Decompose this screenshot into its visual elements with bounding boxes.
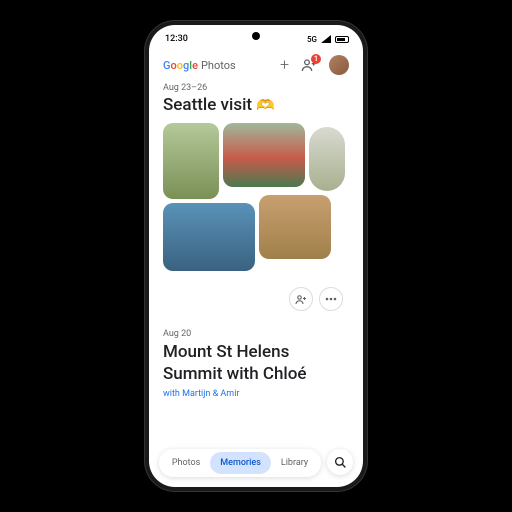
memory-title: Mount St Helens Summit with Chloé <box>163 341 349 385</box>
more-options-button[interactable] <box>319 287 343 311</box>
front-camera <box>252 32 260 40</box>
search-button[interactable] <box>327 449 353 475</box>
logo-suffix: Photos <box>201 59 236 72</box>
memory-date: Aug 23–26 <box>163 83 349 93</box>
phone-frame: 12:30 5G Google Photos + <box>145 21 367 491</box>
tab-library[interactable]: Library <box>271 452 318 474</box>
collage-photo[interactable] <box>163 203 255 271</box>
screen: 12:30 5G Google Photos + <box>149 25 363 487</box>
collage-photo[interactable] <box>309 127 345 191</box>
memory-date: Aug 20 <box>163 329 349 339</box>
account-avatar[interactable] <box>329 55 349 75</box>
collage-photo[interactable] <box>163 123 219 199</box>
network-label: 5G <box>307 35 317 44</box>
collage-photo[interactable] <box>223 123 305 187</box>
battery-icon <box>335 36 349 43</box>
memory-card-1[interactable]: Aug 23–26 Seattle visit 🫶 <box>163 83 349 311</box>
sharing-button[interactable]: 1 <box>301 58 317 72</box>
photo-collage <box>163 123 345 281</box>
signal-icon <box>321 35 331 43</box>
app-header: Google Photos + 1 <box>149 53 363 83</box>
memory-card-2[interactable]: Aug 20 Mount St Helens Summit with Chloé… <box>163 329 349 399</box>
clock: 12:30 <box>165 34 188 44</box>
tab-memories[interactable]: Memories <box>210 452 271 474</box>
status-icons: 5G <box>307 35 349 44</box>
bottom-nav: Photos Memories Library <box>149 449 363 477</box>
tab-photos[interactable]: Photos <box>162 452 210 474</box>
add-button[interactable]: + <box>280 57 289 73</box>
heart-hands-emoji: 🫶 <box>256 96 275 114</box>
memory-subtitle: with Martijn & Amir <box>163 389 349 399</box>
collage-photo[interactable] <box>259 195 331 259</box>
google-photos-logo[interactable]: Google Photos <box>163 59 236 72</box>
notification-badge: 1 <box>311 54 321 64</box>
add-people-button[interactable] <box>289 287 313 311</box>
memory-title: Seattle visit 🫶 <box>163 95 349 115</box>
